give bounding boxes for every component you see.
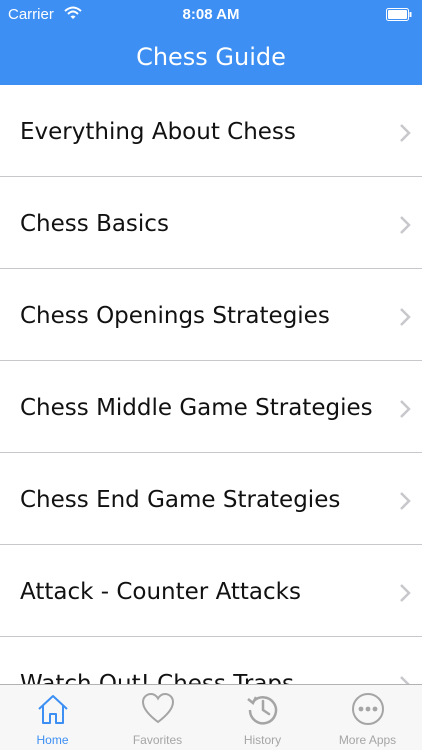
list-item[interactable]: Attack - Counter Attacks <box>0 545 422 637</box>
page-title: Chess Guide <box>136 43 286 71</box>
list-item[interactable]: Chess Openings Strategies <box>0 269 422 361</box>
list-item-label: Chess Middle Game Strategies <box>20 395 373 421</box>
list-item-label: Chess Basics <box>20 211 169 237</box>
list-item[interactable]: Watch Out! Chess Traps <box>0 637 422 685</box>
more-icon <box>352 693 384 725</box>
tab-more-apps[interactable]: More Apps <box>315 685 420 750</box>
chevron-right-icon <box>400 584 411 602</box>
guide-list: Everything About Chess Chess Basics Ches… <box>0 85 422 685</box>
chevron-right-icon <box>400 124 411 142</box>
tab-favorites-label: Favorites <box>132 733 183 747</box>
chevron-right-icon <box>400 308 411 326</box>
tab-more-apps-label: More Apps <box>338 733 397 747</box>
tab-history-label: History <box>243 733 282 747</box>
tab-favorites[interactable]: Favorites <box>105 685 210 750</box>
list-item[interactable]: Chess Basics <box>0 177 422 269</box>
list-item-label: Attack - Counter Attacks <box>20 579 301 605</box>
status-time: 8:08 AM <box>182 6 240 23</box>
list-item-label: Chess Openings Strategies <box>20 303 330 329</box>
home-icon <box>38 695 68 724</box>
chevron-right-icon <box>400 492 411 510</box>
tab-history[interactable]: History <box>210 685 315 750</box>
list-item-label: Watch Out! Chess Traps <box>20 671 295 685</box>
chevron-right-icon <box>400 400 411 418</box>
tab-home-label: Home <box>36 733 69 747</box>
list-item-label: Chess End Game Strategies <box>20 487 341 513</box>
list-item-label: Everything About Chess <box>20 119 296 145</box>
status-bar: Carrier 8:08 AM <box>0 0 422 30</box>
app-header: Carrier 8:08 AM Chess Guide <box>0 0 422 85</box>
heart-icon <box>141 692 175 724</box>
list-item[interactable]: Chess End Game Strategies <box>0 453 422 545</box>
tab-home[interactable]: Home <box>0 685 105 750</box>
chevron-right-icon <box>400 216 411 234</box>
history-icon <box>247 696 278 725</box>
tab-bar: Home Favorites History More Apps <box>0 684 422 750</box>
list-item[interactable]: Everything About Chess <box>0 85 422 177</box>
battery-icon <box>386 8 412 21</box>
list-item[interactable]: Chess Middle Game Strategies <box>0 361 422 453</box>
